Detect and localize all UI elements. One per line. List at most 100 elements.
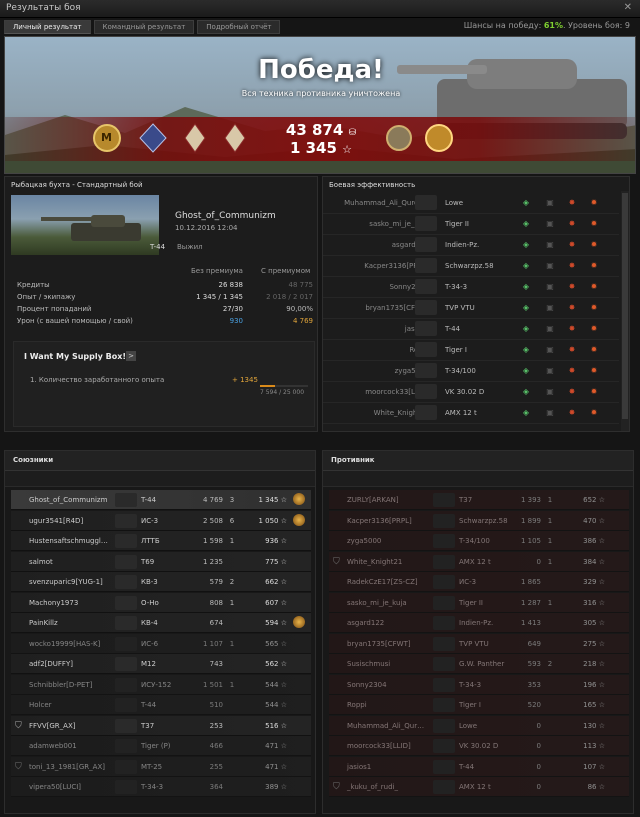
player-row[interactable]: bryan1735[CFWT] TVP VTU 649 275 ☆ bbox=[329, 633, 629, 654]
player-row[interactable]: RadekCzE17[ZS-CZ] ИС-3 1 865 329 ☆ bbox=[329, 572, 629, 592]
player-row[interactable]: Sonny2304 T-34-3 353 196 ☆ bbox=[329, 674, 629, 695]
crit-icon: ▣ bbox=[546, 324, 554, 333]
achievement-icon[interactable] bbox=[221, 123, 249, 153]
efficiency-row[interactable]: jasios1T-44◈▣✸✹ bbox=[323, 319, 619, 340]
tank-icon bbox=[433, 575, 455, 589]
player-row[interactable]: Susischmusi G.W. Panther 593 2 218 ☆ bbox=[329, 654, 629, 674]
player-row[interactable]: svenzuparic9[YUG-1] КВ-3 579 2 662 ☆ bbox=[11, 572, 311, 592]
tank-icon bbox=[115, 554, 137, 569]
player-name: sasko_mi_je_kuja bbox=[347, 598, 407, 607]
achievement-icon[interactable] bbox=[139, 123, 167, 153]
player-row[interactable]: Muhammad_Ali_Qur… Lowe 0 130 ☆ bbox=[329, 715, 629, 736]
tank-name: T-44 bbox=[141, 496, 157, 504]
player-row[interactable]: zyga5000 T-34/100 1 105 1 386 ☆ bbox=[329, 531, 629, 551]
player-name: moorcock33[LLID] bbox=[347, 742, 411, 750]
spot-icon: ◈ bbox=[522, 408, 530, 417]
spot-icon: ◈ bbox=[522, 240, 530, 249]
tank-icon bbox=[415, 342, 437, 357]
damage-value: 364 bbox=[209, 783, 223, 791]
tank-name: T-34/100 bbox=[445, 367, 476, 375]
player-name: Schnibbler[D-PET] bbox=[29, 680, 93, 689]
player-row[interactable]: Ghost_of_Communizm T-44 4 769 3 1 345 ☆ bbox=[11, 490, 311, 510]
efficiency-row[interactable]: asgard122 Indien-Pz. ◈ ▣ ✸ ✹ bbox=[323, 235, 619, 256]
player-name: asgard122 bbox=[347, 619, 385, 627]
column-premium: С премиумом bbox=[261, 267, 311, 275]
player-row[interactable]: ⛉ FFVV[GR_AX] T37 253 516 ☆ bbox=[11, 715, 311, 736]
achievement-icon[interactable] bbox=[425, 123, 453, 153]
scrollbar[interactable] bbox=[621, 191, 629, 431]
tank-name: Indien-Pz. bbox=[445, 241, 480, 249]
tab-personal[interactable]: Личный результат bbox=[4, 20, 91, 34]
player-row[interactable]: adf2[DUFFY] M12 743 562 ☆ bbox=[11, 654, 311, 674]
player-row[interactable]: ⛉ toni_13_1981[GR_AX] MT-25 255 471 ☆ bbox=[11, 756, 311, 777]
xp-value: 594 ☆ bbox=[265, 619, 287, 627]
player-row[interactable]: ZURLY[ARKAN] T37 1 393 1 652 ☆ bbox=[329, 490, 629, 510]
player-row[interactable]: adamweb001 Tiger (P) 466 471 ☆ bbox=[11, 736, 311, 756]
column-headers bbox=[5, 471, 315, 487]
player-row[interactable]: moorcock33[LLID] VK 30.02 D 0 113 ☆ bbox=[329, 736, 629, 756]
battle-results-window: { "window":{"title":"Результаты боя","cl… bbox=[0, 0, 640, 817]
crit-icon: ▣ bbox=[546, 303, 554, 312]
player-row[interactable]: salmot T69 1 235 775 ☆ bbox=[11, 551, 311, 572]
crit-icon: ▣ bbox=[546, 219, 554, 228]
xp-value: 86 ☆ bbox=[587, 783, 605, 791]
player-row[interactable]: Kacper3136[PRPL] Schwarzpz.58 1 899 1 470 ☆ bbox=[329, 510, 629, 531]
damage-value: 1 598 bbox=[202, 537, 223, 545]
tab-detailed[interactable]: Подробный отчёт bbox=[197, 20, 281, 34]
tank-icon bbox=[115, 534, 137, 548]
xp-value: 607 ☆ bbox=[265, 598, 287, 607]
tab-team[interactable]: Командный результат bbox=[93, 20, 195, 34]
player-row[interactable]: ⛉ White_Knight21 AMX 12 t 0 1 384 ☆ bbox=[329, 551, 629, 572]
efficiency-row[interactable]: RoppiTiger I◈▣✸✹ bbox=[323, 340, 619, 361]
player-row[interactable]: Roppi Tiger I 520 165 ☆ bbox=[329, 695, 629, 715]
efficiency-row[interactable]: White_Knight21 AMX 12 t ◈ ▣ ✸ ✹ bbox=[323, 403, 619, 424]
efficiency-row[interactable]: Sonny2304 T-34-3 ◈ ▣ ✸ ✹ bbox=[323, 277, 619, 298]
tank-name: AMX 12 t bbox=[459, 557, 491, 566]
tank-icon bbox=[115, 493, 137, 507]
mastery-badge-icon[interactable]: М bbox=[93, 123, 121, 153]
player-row[interactable]: sasko_mi_je_kuja Tiger II 1 287 1 316 ☆ bbox=[329, 592, 629, 613]
damage-icon: ✸ bbox=[568, 240, 576, 249]
player-row[interactable]: jasios1 T-44 0 107 ☆ bbox=[329, 756, 629, 777]
tank-name: ИС-3 bbox=[459, 578, 477, 586]
quest-arrow-button[interactable]: > bbox=[126, 351, 136, 361]
player-row[interactable]: ugur3541[R4D] ИС-3 2 508 6 1 050 ☆ bbox=[11, 510, 311, 531]
tank-name: КВ-3 bbox=[141, 578, 158, 586]
efficiency-row[interactable]: sasko_mi_je_kuja Tiger II ◈ ▣ ✸ ✹ bbox=[323, 214, 619, 235]
player-row[interactable]: Holcer T-44 510 544 ☆ bbox=[11, 695, 311, 715]
medal-icon[interactable] bbox=[293, 493, 305, 505]
player-row[interactable]: vipera50[LUCI] T-34-3 364 389 ☆ bbox=[11, 777, 311, 797]
player-row[interactable]: asgard122 Indien-Pz. 1 413 305 ☆ bbox=[329, 613, 629, 633]
xp-value: 565 ☆ bbox=[265, 639, 287, 648]
efficiency-row[interactable]: Muhammad_Ali_Qures… Lowe ◈ ▣ ✸ ✹ bbox=[323, 193, 619, 214]
tank-icon bbox=[115, 677, 137, 692]
player-row[interactable]: ⛉ _kuku_of_rudi_ AMX 12 t 0 86 ☆ bbox=[329, 777, 629, 797]
close-icon[interactable]: ✕ bbox=[624, 2, 632, 13]
player-row[interactable]: Hustensaftschmuggl… ЛТТБ 1 598 1 936 ☆ bbox=[11, 531, 311, 551]
player-name: adamweb001 bbox=[29, 742, 77, 750]
player-name: jasios1 bbox=[347, 762, 372, 771]
efficiency-row[interactable]: Kacper3136[PRPL] Schwarzpz.58 ◈ ▣ ✸ ✹ bbox=[323, 256, 619, 277]
player-name: Ghost_of_Communizm bbox=[175, 211, 276, 221]
window-title: Результаты боя bbox=[6, 3, 81, 13]
kill-icon: ✹ bbox=[590, 282, 598, 291]
player-row[interactable]: Machony1973 O-Ho 808 1 607 ☆ bbox=[11, 592, 311, 613]
efficiency-row[interactable]: bryan1735[CFWT] TVP VTU ◈ ▣ ✸ ✹ bbox=[323, 298, 619, 319]
player-name: Holcer bbox=[29, 701, 52, 709]
efficiency-row[interactable]: zyga5000 T-34/100 ◈ ▣ ✸ ✹ bbox=[323, 361, 619, 382]
player-row[interactable]: wocko19999[HAS-K] ИС-6 1 107 1 565 ☆ bbox=[11, 633, 311, 654]
achievement-icon[interactable] bbox=[385, 123, 413, 153]
tank-icon bbox=[115, 759, 137, 774]
player-row[interactable]: Schnibbler[D-PET] ИСУ-152 1 501 1 544 ☆ bbox=[11, 674, 311, 695]
tank-name: Tiger (P) bbox=[141, 742, 171, 750]
tank-name: T-34-3 bbox=[445, 283, 468, 291]
damage-value: 1 899 bbox=[520, 516, 541, 525]
player-row[interactable]: PainKillz КВ-4 674 594 ☆ bbox=[11, 613, 311, 633]
medal-icon[interactable] bbox=[293, 513, 305, 526]
player-tank: T-44 bbox=[150, 243, 166, 251]
damage-value: 1 287 bbox=[520, 598, 541, 607]
efficiency-row[interactable]: moorcock33[LLID] VK 30.02 D ◈ ▣ ✸ ✹ bbox=[323, 382, 619, 403]
tank-name: T37 bbox=[459, 496, 473, 504]
medal-icon[interactable] bbox=[293, 616, 305, 628]
achievement-icon[interactable] bbox=[181, 123, 209, 153]
